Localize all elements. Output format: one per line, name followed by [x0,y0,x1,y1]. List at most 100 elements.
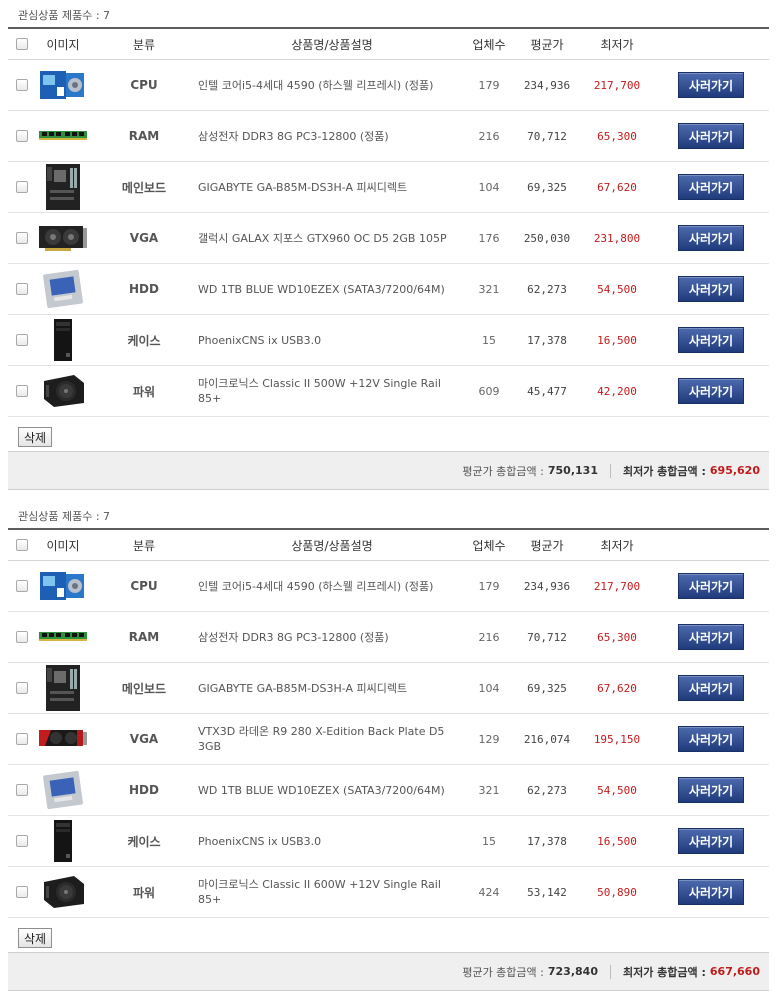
motherboard-icon[interactable] [39,164,87,210]
product-name-link[interactable]: 인텔 코어i5-4세대 4590 (하스웰 리프레시) (정품) [198,78,433,93]
lowest-total-label: 최저가 총합금액 : [622,965,706,979]
header-image: 이미지 [46,538,80,553]
average-total-value: 723,840 [547,965,598,978]
cpu-box-icon[interactable] [39,564,87,608]
row-checkbox[interactable] [16,682,28,694]
power-supply-icon[interactable] [39,870,87,914]
product-name-link[interactable]: 마이크로닉스 Classic II 500W +12V Single Rail … [198,376,466,406]
power-supply-icon[interactable] [39,369,87,413]
pc-case-icon[interactable] [39,318,87,362]
average-price: 234,936 [523,78,571,92]
hard-drive-icon[interactable] [39,768,87,812]
vendor-count: 424 [478,885,500,899]
vendor-count: 176 [478,231,500,245]
table-header: 이미지 분류 상품명/상품설명 업체수 평균가 최저가 [8,530,769,561]
product-name-link[interactable]: 인텔 코어i5-4세대 4590 (하스웰 리프레시) (정품) [198,579,433,594]
buy-button[interactable]: 사러가기 [678,378,744,404]
buy-button[interactable]: 사러가기 [678,174,744,200]
category-label: 메인보드 [121,180,167,195]
select-all-checkbox[interactable] [16,539,28,551]
row-checkbox[interactable] [16,232,28,244]
average-price: 70,712 [527,129,567,143]
row-checkbox[interactable] [16,631,28,643]
buy-button[interactable]: 사러가기 [678,828,744,854]
product-count-title: 관심상품 제품수 : 7 [18,9,111,22]
table-row: 케이스 PhoenixCNS ix USB3.0 15 17,378 16,50… [8,816,769,867]
delete-button[interactable]: 삭제 [18,427,53,447]
hard-drive-icon[interactable] [39,267,87,311]
row-checkbox[interactable] [16,580,28,592]
category-label: RAM [128,129,160,143]
buy-button[interactable]: 사러가기 [678,675,744,701]
select-all-checkbox[interactable] [16,38,28,50]
product-name-link[interactable]: 갤럭시 GALAX 지포스 GTX960 OC D5 2GB 105P [198,231,447,246]
row-checkbox[interactable] [16,181,28,193]
row-checkbox[interactable] [16,733,28,745]
buy-button[interactable]: 사러가기 [678,624,744,650]
buy-button[interactable]: 사러가기 [678,72,744,98]
product-name-link[interactable]: 삼성전자 DDR3 8G PC3-12800 (정품) [198,129,389,144]
buy-button[interactable]: 사러가기 [678,726,744,752]
header-category: 분류 [132,538,156,553]
product-name-link[interactable]: VTX3D 라데온 R9 280 X-Edition Back Plate D5… [198,724,466,754]
row-checkbox[interactable] [16,886,28,898]
header-lowest-price: 최저가 [600,37,634,52]
header-average-price: 평균가 [530,538,564,553]
delete-button[interactable]: 삭제 [18,928,53,948]
row-checkbox[interactable] [16,283,28,295]
lowest-price: 65,300 [597,630,637,644]
lowest-price: 54,500 [597,282,637,296]
product-name-link[interactable]: PhoenixCNS ix USB3.0 [198,834,321,849]
buy-button[interactable]: 사러가기 [678,225,744,251]
graphics-card-red-icon[interactable] [39,717,87,761]
lowest-price: 16,500 [597,333,637,347]
table-row: RAM 삼성전자 DDR3 8G PC3-12800 (정품) 216 70,7… [8,612,769,663]
buy-button[interactable]: 사러가기 [678,573,744,599]
vendor-count: 179 [478,579,500,593]
product-name-link[interactable]: WD 1TB BLUE WD10EZEX (SATA3/7200/64M) [198,783,445,798]
lowest-price: 231,800 [593,231,641,245]
price-total-bar: 평균가 총합금액 : 723,840 최저가 총합금액 : 667,660 [8,953,769,991]
product-name-link[interactable]: GIGABYTE GA-B85M-DS3H-A 피씨디렉트 [198,180,407,195]
header-vendors: 업체수 [472,37,506,52]
cpu-box-icon[interactable] [39,63,87,107]
buy-button[interactable]: 사러가기 [678,777,744,803]
row-checkbox[interactable] [16,79,28,91]
graphics-card-icon[interactable] [39,216,87,260]
product-name-link[interactable]: GIGABYTE GA-B85M-DS3H-A 피씨디렉트 [198,681,407,696]
buy-button[interactable]: 사러가기 [678,123,744,149]
row-checkbox[interactable] [16,784,28,796]
lowest-price: 67,620 [597,681,637,695]
buy-button[interactable]: 사러가기 [678,276,744,302]
header-product-name: 상품명/상품설명 [291,37,373,52]
table-header: 이미지 분류 상품명/상품설명 업체수 평균가 최저가 [8,29,769,60]
ram-stick-icon[interactable] [39,615,87,659]
product-name-link[interactable]: PhoenixCNS ix USB3.0 [198,333,321,348]
product-name-link[interactable]: WD 1TB BLUE WD10EZEX (SATA3/7200/64M) [198,282,445,297]
total-divider [609,964,611,979]
row-checkbox[interactable] [16,130,28,142]
table-row: HDD WD 1TB BLUE WD10EZEX (SATA3/7200/64M… [8,765,769,816]
pc-case-icon[interactable] [39,819,87,863]
product-name-link[interactable]: 마이크로닉스 Classic II 600W +12V Single Rail … [198,877,466,907]
motherboard-icon[interactable] [39,665,87,711]
buy-button[interactable]: 사러가기 [678,327,744,353]
table-row: CPU 인텔 코어i5-4세대 4590 (하스웰 리프레시) (정품) 179… [8,60,769,111]
vendor-count: 104 [478,180,500,194]
lowest-total-value: 667,660 [709,965,760,978]
category-label: 파워 [132,885,156,900]
price-total-bar: 평균가 총합금액 : 750,131 최저가 총합금액 : 695,620 [8,452,769,490]
ram-stick-icon[interactable] [39,114,87,158]
buy-button[interactable]: 사러가기 [678,879,744,905]
category-label: VGA [129,732,159,746]
vendor-count: 104 [478,681,500,695]
category-label: 케이스 [127,834,161,849]
lowest-price: 217,700 [593,579,641,593]
row-checkbox[interactable] [16,334,28,346]
row-checkbox[interactable] [16,835,28,847]
header-average-price: 평균가 [530,37,564,52]
lowest-price: 16,500 [597,834,637,848]
product-name-link[interactable]: 삼성전자 DDR3 8G PC3-12800 (정품) [198,630,389,645]
row-checkbox[interactable] [16,385,28,397]
category-label: CPU [130,579,158,593]
